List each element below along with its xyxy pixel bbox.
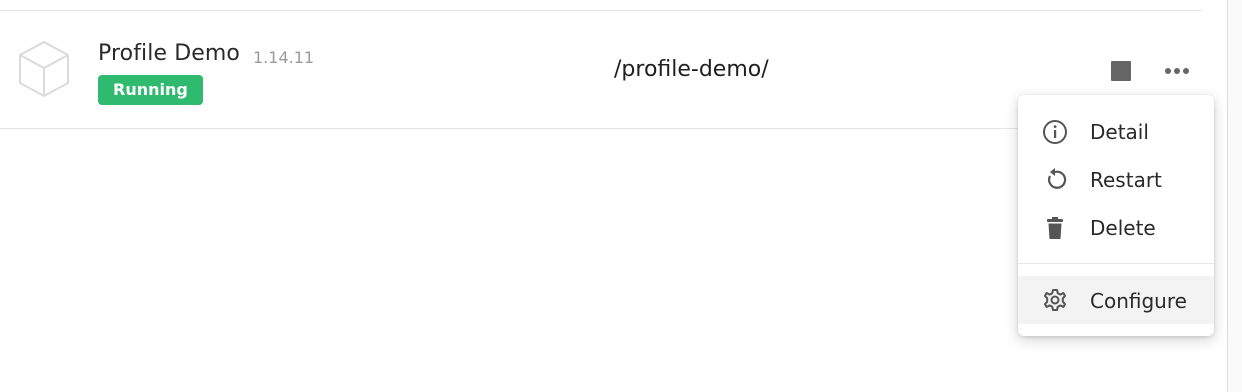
menu-divider bbox=[1018, 263, 1214, 264]
scrollbar-track[interactable] bbox=[1227, 0, 1242, 392]
menu-item-detail[interactable]: Detail bbox=[1018, 107, 1214, 155]
restart-icon bbox=[1048, 168, 1067, 189]
app-version: 1.14.11 bbox=[253, 48, 315, 67]
menu-item-delete[interactable]: Delete bbox=[1018, 203, 1214, 251]
page: Profile Demo 1.14.11 Running /profile-de… bbox=[0, 0, 1242, 392]
menu-item-label: Restart bbox=[1090, 168, 1162, 192]
status-badge: Running bbox=[98, 75, 203, 105]
menu-item-configure[interactable]: Configure bbox=[1018, 276, 1214, 324]
more-dot bbox=[1174, 68, 1180, 74]
info-icon bbox=[1043, 120, 1067, 144]
app-name: Profile Demo bbox=[98, 41, 240, 66]
cube-icon bbox=[16, 39, 72, 99]
more-button[interactable] bbox=[1161, 61, 1193, 81]
app-path: /profile-demo/ bbox=[614, 57, 769, 82]
menu-item-label: Configure bbox=[1090, 289, 1187, 313]
menu-item-label: Detail bbox=[1090, 120, 1149, 144]
menu-item-restart[interactable]: Restart bbox=[1018, 155, 1214, 203]
gear-icon bbox=[1044, 289, 1066, 311]
menu-item-label: Delete bbox=[1090, 216, 1156, 240]
more-horizontal-icon bbox=[1165, 68, 1171, 74]
stop-button[interactable] bbox=[1111, 61, 1131, 81]
more-dot bbox=[1183, 68, 1189, 74]
trash-icon bbox=[1047, 217, 1063, 239]
actions-menu: Detail Restart Delete Configure bbox=[1018, 95, 1214, 336]
